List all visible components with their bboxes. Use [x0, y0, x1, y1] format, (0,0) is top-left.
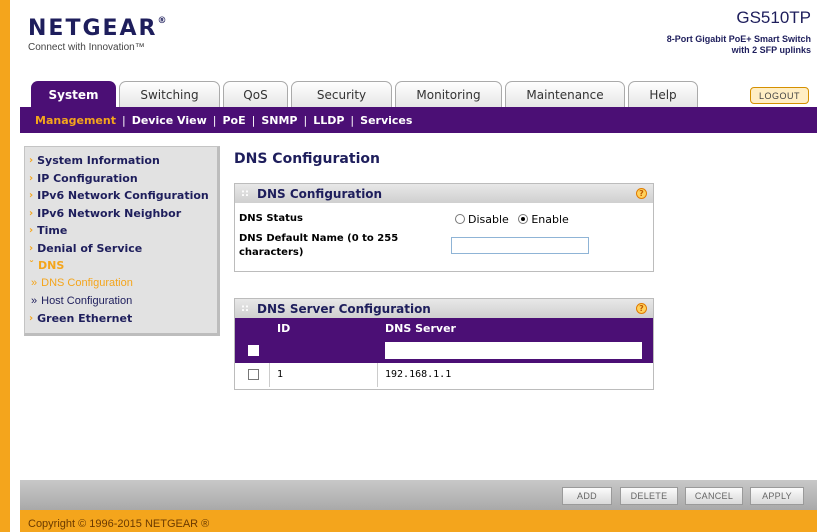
row-dns-server: 192.168.1.1: [385, 369, 452, 380]
dns-server-configuration-panel: :: DNS Server Configuration ? ID DNS Ser…: [234, 298, 654, 390]
dns-status-disable-radio[interactable]: [455, 214, 465, 224]
dns-server-panel-header: :: DNS Server Configuration ?: [235, 299, 653, 318]
chevron-right-icon: ›: [29, 242, 34, 254]
subnav-separator: |: [121, 113, 126, 127]
column-divider: [269, 363, 270, 387]
double-chevron-icon: »: [31, 294, 38, 307]
sidebar-item-ipv6-network-configuration[interactable]: › IPv6 Network Configuration: [25, 187, 217, 205]
column-divider: [377, 363, 378, 387]
copyright-text: Copyright © 1996-2015 NETGEAR ®: [28, 518, 210, 530]
netgear-logo: NETGEAR®: [28, 16, 169, 41]
tab-switching[interactable]: Switching: [119, 81, 220, 107]
sidebar-subitem-host-configuration[interactable]: » Host Configuration: [25, 292, 217, 310]
tab-system[interactable]: System: [31, 81, 116, 107]
chevron-right-icon: ›: [29, 155, 34, 167]
tagline: Connect with Innovation™: [28, 42, 145, 53]
dns-default-name-input[interactable]: [451, 237, 589, 254]
new-server-input-row: [235, 338, 653, 363]
dns-server-table-header: ID DNS Server: [235, 318, 653, 338]
subnav-services[interactable]: Services: [360, 114, 412, 127]
subnav-separator: |: [350, 113, 355, 127]
subnav-separator: |: [251, 113, 256, 127]
chevron-right-icon: ›: [29, 207, 34, 219]
sidebar-item-ip-configuration[interactable]: › IP Configuration: [25, 170, 217, 188]
sidebar-item-green-ethernet[interactable]: › Green Ethernet: [25, 310, 217, 328]
sidebar-item-denial-of-service[interactable]: › Denial of Service: [25, 240, 217, 258]
chevron-right-icon: ›: [29, 172, 34, 184]
column-header-id: ID: [277, 321, 291, 335]
enable-label: Enable: [531, 212, 569, 226]
main-tabs: System Switching QoS Security Monitoring…: [20, 80, 817, 107]
tab-help[interactable]: Help: [628, 81, 698, 107]
model-name: GS510TP: [736, 8, 811, 27]
sidebar: › System Information › IP Configuration › I…: [24, 146, 220, 336]
subnav-management[interactable]: Management: [35, 114, 116, 127]
dns-status-label: DNS Status: [239, 213, 303, 224]
new-dns-server-input[interactable]: [385, 342, 642, 359]
subnav-separator: |: [303, 113, 308, 127]
chevron-down-icon: ˇ: [29, 260, 34, 272]
apply-button[interactable]: APPLY: [750, 487, 804, 505]
subnav-lldp[interactable]: LLDP: [313, 114, 344, 127]
grip-dots-icon: ::: [241, 188, 249, 199]
dns-configuration-panel-header: :: DNS Configuration ?: [235, 184, 653, 203]
sidebar-item-time[interactable]: › Time: [25, 222, 217, 240]
logout-button[interactable]: LOGOUT: [749, 87, 809, 104]
sub-navigation: Management | Device View | PoE | SNMP | …: [20, 107, 817, 133]
table-row: 1 192.168.1.1: [235, 363, 653, 387]
tab-maintenance[interactable]: Maintenance: [505, 81, 625, 107]
row-checkbox[interactable]: [248, 369, 259, 380]
tab-qos[interactable]: QoS: [223, 81, 288, 107]
subnav-separator: |: [212, 113, 217, 127]
dns-status-row: DNS Status Disable Enable: [235, 209, 653, 231]
tab-security[interactable]: Security: [291, 81, 392, 107]
cancel-button[interactable]: CANCEL: [685, 487, 743, 505]
dns-default-name-row: DNS Default Name (0 to 255 characters): [235, 231, 653, 267]
dns-configuration-panel: :: DNS Configuration ? DNS Status Disabl…: [234, 183, 654, 272]
column-header-dns-server: DNS Server: [385, 321, 456, 335]
grip-dots-icon: ::: [241, 303, 249, 314]
subnav-device-view[interactable]: Device View: [132, 114, 207, 127]
help-icon[interactable]: ?: [636, 188, 647, 199]
chevron-right-icon: ›: [29, 312, 34, 324]
add-button[interactable]: ADD: [562, 487, 612, 505]
model-description: 8-Port Gigabit PoE+ Smart Switch with 2 …: [666, 34, 811, 55]
double-chevron-icon: »: [31, 277, 38, 290]
sidebar-item-ipv6-network-neighbor[interactable]: › IPv6 Network Neighbor: [25, 205, 217, 223]
tab-monitoring[interactable]: Monitoring: [395, 81, 502, 107]
chevron-right-icon: ›: [29, 190, 34, 202]
chevron-right-icon: ›: [29, 225, 34, 237]
delete-button[interactable]: DELETE: [620, 487, 678, 505]
help-icon[interactable]: ?: [636, 303, 647, 314]
page: NETGEAR® Connect with Innovation™ GS510T…: [20, 0, 817, 532]
disable-label: Disable: [468, 212, 509, 226]
left-accent-stripe: [0, 0, 10, 532]
select-all-checkbox[interactable]: [248, 345, 259, 356]
row-id: 1: [277, 369, 284, 380]
page-title: DNS Configuration: [234, 151, 380, 167]
subnav-snmp[interactable]: SNMP: [261, 114, 297, 127]
subnav-poe[interactable]: PoE: [222, 114, 245, 127]
sidebar-item-system-information[interactable]: › System Information: [25, 152, 217, 170]
dns-status-enable-radio[interactable]: [518, 214, 529, 224]
header: NETGEAR® Connect with Innovation™ GS510T…: [20, 0, 817, 78]
sidebar-item-dns[interactable]: ˇ DNS: [25, 257, 217, 275]
sidebar-subitem-dns-configuration[interactable]: » DNS Configuration: [25, 275, 217, 293]
dns-default-name-label: DNS Default Name (0 to 255 characters): [239, 233, 399, 258]
